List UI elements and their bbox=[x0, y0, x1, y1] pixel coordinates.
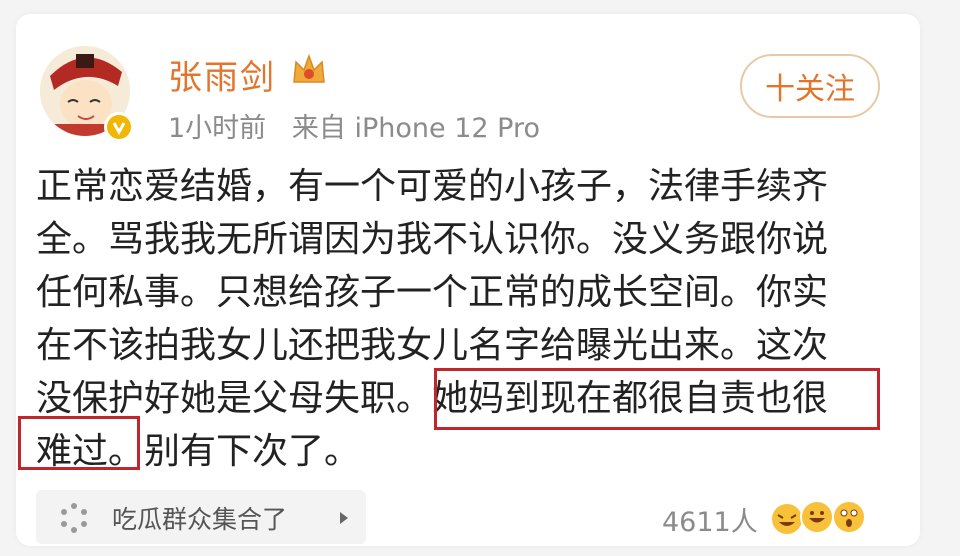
username[interactable]: 张雨剑 bbox=[168, 50, 276, 99]
reaction-count: 4611人 bbox=[662, 507, 758, 538]
verified-badge-icon bbox=[104, 112, 134, 142]
play-arrow-icon bbox=[340, 512, 348, 524]
post-line: 难过。别有下次了。 bbox=[36, 431, 361, 472]
follow-button[interactable]: 十关注 bbox=[740, 54, 880, 118]
post-body: 正常恋爱结婚，有一个可爱的小孩子，法律手续齐 全。骂我我无所谓因为我不认识你。没… bbox=[36, 160, 876, 478]
topic-chip[interactable]: 吃瓜群众集合了 bbox=[36, 490, 366, 544]
surprised-emoji-icon[interactable] bbox=[832, 500, 866, 534]
sparkle-icon bbox=[61, 503, 87, 533]
laugh-emoji-icon[interactable] bbox=[770, 502, 804, 536]
highlight-box-lower bbox=[18, 416, 140, 470]
grin-emoji-icon[interactable] bbox=[800, 500, 834, 534]
post-line: 正常恋爱结婚，有一个可爱的小孩子，法律手续齐 bbox=[36, 166, 829, 207]
topic-label: 吃瓜群众集合了 bbox=[112, 505, 288, 534]
post-line: 在不该拍我女儿还把我女儿名字给曝光出来。这次 bbox=[36, 325, 829, 366]
crown-icon bbox=[290, 52, 328, 88]
post-line: 全。骂我我无所谓因为我不认识你。没义务跟你说 bbox=[36, 219, 829, 260]
highlight-box-upper bbox=[434, 368, 880, 430]
post-meta: 1小时前 来自 iPhone 12 Pro bbox=[168, 113, 541, 144]
post-line: 任何私事。只想给孩子一个正常的成长空间。你实 bbox=[36, 272, 829, 313]
